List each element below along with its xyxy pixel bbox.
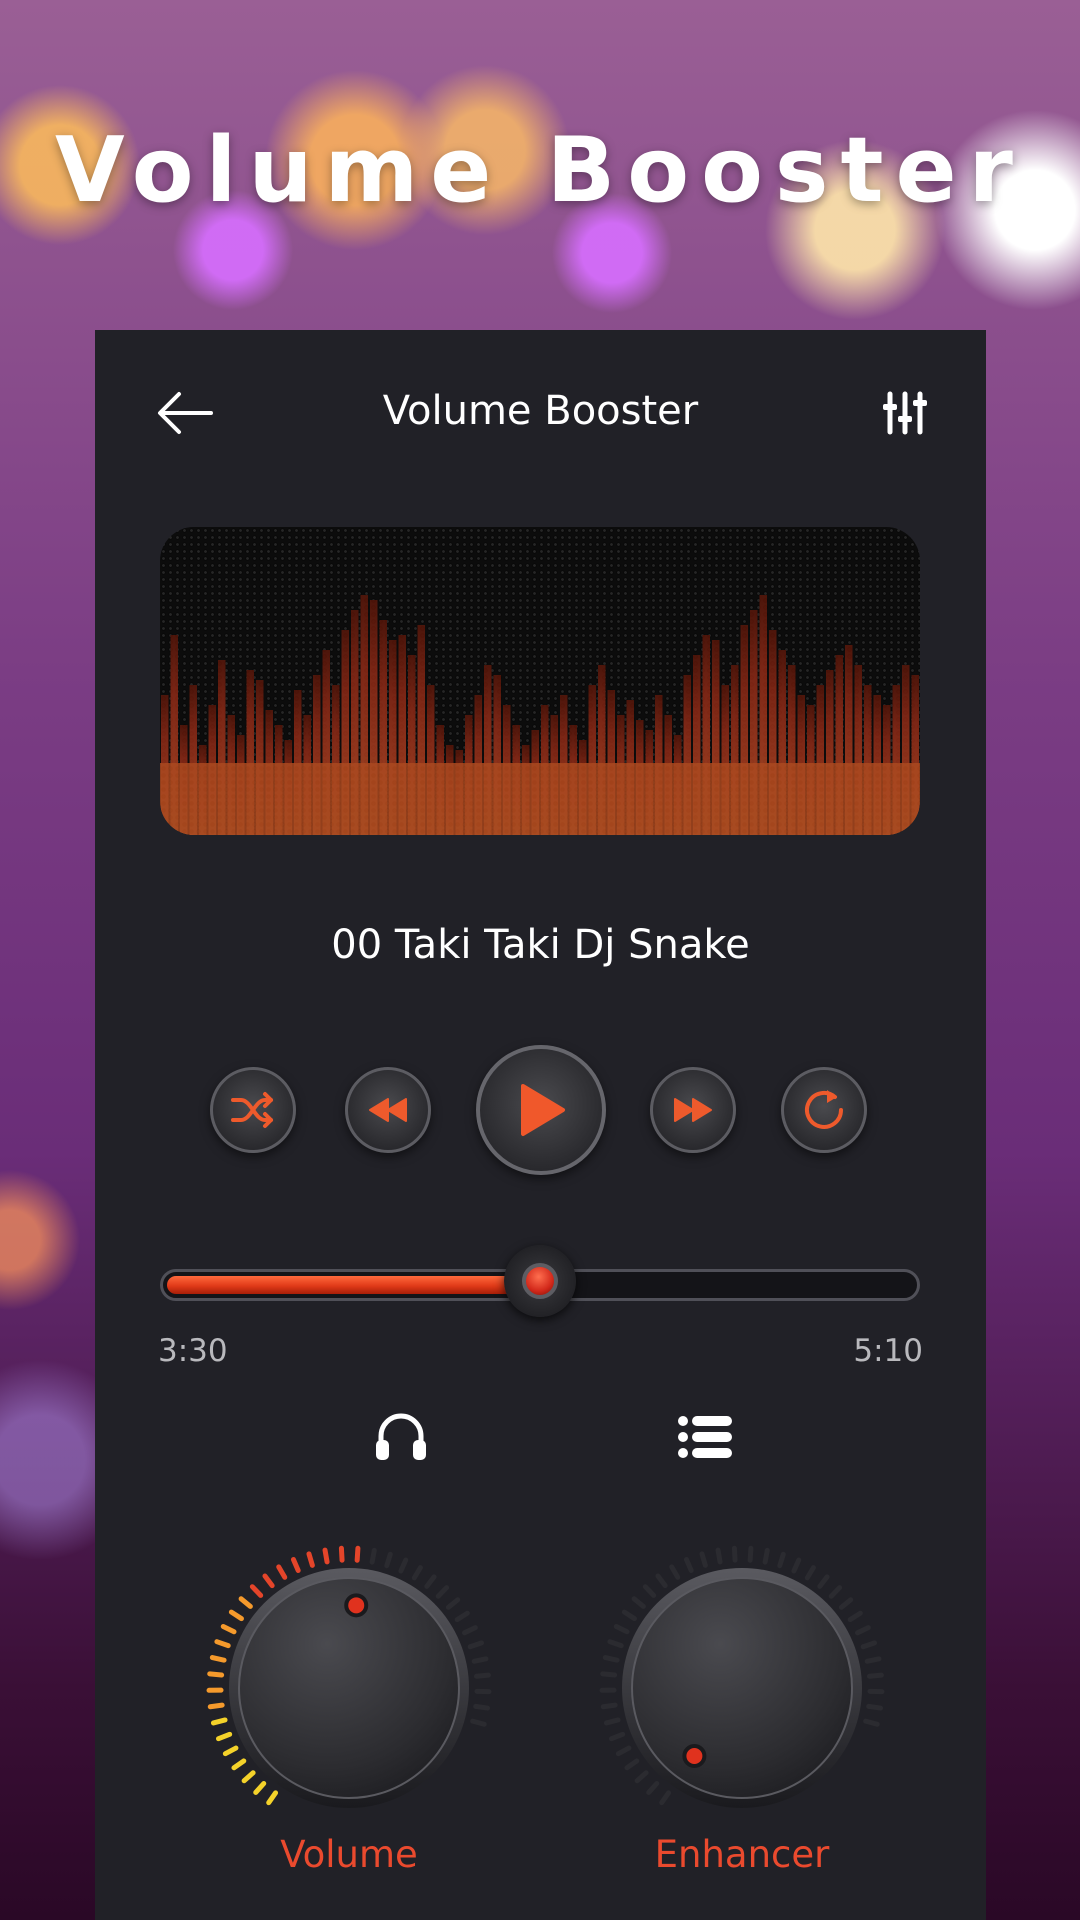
app-screen: Volume Booster 00 Taki Taki Dj Snake 3:3… — [95, 330, 986, 1920]
audio-spectrum-visualizer — [160, 527, 920, 835]
rewind-icon — [369, 1098, 407, 1122]
app-toolbar: Volume Booster — [95, 330, 986, 500]
song-title: 00 Taki Taki Dj Snake — [331, 922, 750, 968]
repeat-button[interactable] — [781, 1067, 867, 1153]
play-button[interactable] — [476, 1045, 606, 1175]
headphones-button[interactable] — [373, 1410, 429, 1466]
volume-knob[interactable] — [199, 1538, 499, 1838]
knob-indicator — [682, 1743, 707, 1768]
seek-thumb[interactable] — [504, 1245, 576, 1317]
repeat-icon — [805, 1090, 843, 1129]
enhancer-label: Enhancer — [654, 1833, 830, 1876]
play-icon — [521, 1084, 565, 1136]
seek-progress-fill — [167, 1276, 523, 1294]
enhancer-knob[interactable] — [592, 1538, 892, 1838]
headphones-icon — [376, 1413, 426, 1460]
shuffle-icon — [231, 1092, 273, 1128]
playback-controls — [95, 1045, 986, 1175]
shuffle-button[interactable] — [210, 1067, 296, 1153]
playlist-button[interactable] — [678, 1415, 734, 1463]
playlist-icon — [678, 1416, 732, 1458]
hero-title: Volume Booster — [55, 118, 1025, 223]
volume-label: Volume — [280, 1833, 418, 1876]
app-title: Volume Booster — [382, 388, 699, 434]
time-total: 5:10 — [853, 1333, 923, 1369]
knob-indicator — [344, 1593, 369, 1618]
fast-forward-icon — [674, 1098, 712, 1122]
fast-forward-button[interactable] — [650, 1067, 736, 1153]
seek-bar[interactable] — [160, 1245, 920, 1325]
rewind-button[interactable] — [345, 1067, 431, 1153]
time-elapsed: 3:30 — [158, 1333, 228, 1369]
equalizer-settings-icon[interactable] — [882, 390, 928, 436]
